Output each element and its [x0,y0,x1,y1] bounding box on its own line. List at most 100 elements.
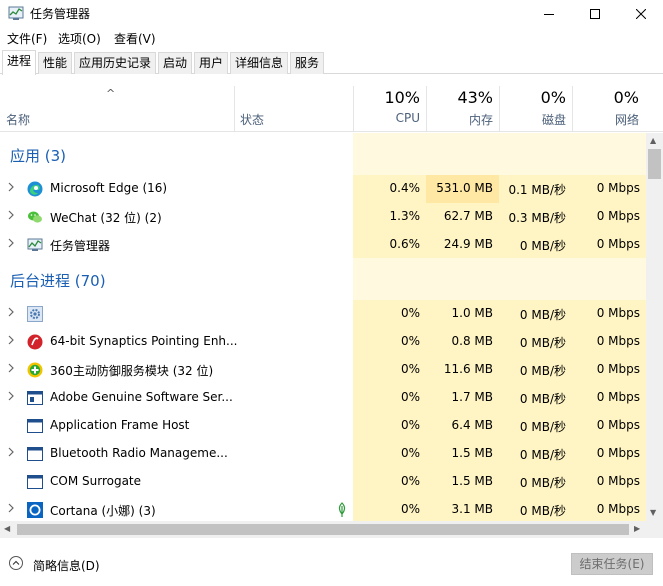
vertical-scroll-thumb[interactable] [648,149,661,179]
column-network[interactable]: 0% 网络 [572,86,645,132]
process-cpu-value: 0% [400,418,420,432]
apps-group-title: 应用 (3) [10,147,67,165]
scroll-right-arrow-icon[interactable]: ▶ [634,524,640,533]
process-memory-value: 1.7 MB [451,390,493,404]
heat-cell [353,258,426,300]
process-memory-value: 3.1 MB [451,502,493,516]
process-disk-value: 0.1 MB/秒 [508,183,566,197]
title-bar: 任务管理器 [0,0,663,28]
process-row[interactable]: COM Surrogate 0% 1.5 MB 0 MB/秒 0 Mbps [0,468,646,496]
column-cpu[interactable]: 10% CPU [353,86,426,132]
tab-services[interactable]: 服务 [290,52,325,74]
process-row[interactable]: Microsoft Edge (16) 0.4% 531.0 MB 0.1 MB/秒 0… [0,175,646,203]
process-row[interactable]: 任务管理器 0.6% 24.9 MB 0 MB/秒 0 Mbps [0,231,646,259]
task-manager-app-icon [8,6,24,20]
chevron-right-icon[interactable] [7,307,15,320]
scroll-up-arrow-icon[interactable]: ▲ [650,136,656,145]
process-network-value: 0 Mbps [596,334,640,348]
process-cpu-value: 0% [400,334,420,348]
process-network-value: 0 Mbps [596,237,640,251]
process-network-value: 0 Mbps [596,209,640,223]
chevron-up-icon [12,560,20,565]
column-cpu-label: CPU [395,111,420,125]
process-name: 360主动防御服务模块 (32 位) [50,364,214,378]
column-status[interactable]: 状态 [234,86,353,132]
process-disk-value: 0.3 MB/秒 [508,211,566,225]
horizontal-scroll-thumb[interactable] [17,524,629,535]
tab-performance[interactable]: 性能 [38,52,73,74]
process-row[interactable]: Application Frame Host 0% 6.4 MB 0 MB/秒 0 Mb… [0,412,646,440]
close-button[interactable] [618,0,663,28]
process-memory-value: 24.9 MB [443,237,493,251]
process-row[interactable]: 0% 1.0 MB 0 MB/秒 0 Mbps [0,300,646,328]
column-network-label: 网络 [614,113,639,127]
menu-view[interactable]: 查看(V) [114,30,156,47]
tab-app-history[interactable]: 应用历史记录 [74,52,157,74]
end-task-button[interactable]: 结束任务(E) [571,553,653,575]
process-cpu-value: 0% [400,474,420,488]
process-row[interactable]: Bluetooth Radio Manageme... 0% 1.5 MB 0 MB/… [0,440,646,468]
menu-options[interactable]: 选项(O) [58,30,101,47]
minimize-button[interactable] [526,0,572,28]
process-row[interactable]: 64-bit Synaptics Pointing Enh... 0% 0.8 MB… [0,328,646,356]
process-row[interactable]: Adobe Genuine Software Ser... 0% 1.7 MB 0 M… [0,384,646,412]
apps-group-header[interactable]: 应用 (3) [0,133,646,175]
fewer-details-link[interactable]: 简略信息(D) [33,557,100,574]
process-cpu-value: 1.3% [389,209,421,223]
chevron-right-icon[interactable] [7,363,15,376]
scroll-down-arrow-icon[interactable]: ▼ [650,508,656,517]
cpu-total-percent: 10% [384,88,420,107]
column-memory[interactable]: 43% 内存 [426,86,499,132]
column-status-label: 状态 [240,113,265,127]
fewer-details-toggle[interactable] [9,556,23,570]
chevron-right-icon[interactable] [7,391,15,404]
process-row[interactable]: WeChat (32 位) (2) 1.3% 62.7 MB 0.3 MB/秒 0 Mb… [0,203,646,231]
vertical-scrollbar[interactable]: ▲ ▼ [646,133,663,521]
process-memory-value: 0.8 MB [451,334,493,348]
process-memory-value: 62.7 MB [443,209,493,223]
process-name: Bluetooth Radio Manageme... [50,446,228,460]
chevron-right-icon[interactable] [7,238,15,251]
process-name: COM Surrogate [50,474,142,488]
gear-icon [27,306,43,322]
chevron-right-icon[interactable] [7,210,15,223]
tab-details[interactable]: 详细信息 [230,52,289,74]
column-name-label: 名称 [6,113,31,127]
process-memory-value: 6.4 MB [451,418,493,432]
chevron-right-icon[interactable] [7,447,15,460]
menu-file[interactable]: 文件(F) [7,30,47,47]
minimize-icon [544,14,554,15]
process-memory-value: 1.0 MB [451,306,493,320]
process-disk-value: 0 MB/秒 [519,420,566,434]
process-network-value: 0 Mbps [596,362,640,376]
process-name: 任务管理器 [50,239,111,253]
process-memory-value: 11.6 MB [443,362,493,376]
process-network-value: 0 Mbps [596,446,640,460]
chevron-right-icon[interactable] [7,182,15,195]
tab-startup[interactable]: 启动 [158,52,193,74]
wechat-icon [27,209,43,225]
process-row[interactable]: Cortana (小娜) (3) 0% 3.1 MB 0 MB/秒 0 Mbps [0,496,646,521]
horizontal-scrollbar[interactable]: ◀ ▶ [0,521,646,538]
maximize-button[interactable] [572,0,618,28]
tab-processes[interactable]: 进程 [2,50,37,75]
process-name: WeChat (32 位) (2) [50,211,162,225]
process-name: Adobe Genuine Software Ser... [50,390,233,404]
heat-cell [426,258,499,300]
process-cpu-value: 0% [400,362,420,376]
chevron-right-icon[interactable] [7,335,15,348]
tab-users[interactable]: 用户 [194,52,229,74]
tab-bar: 进程 性能 应用历史记录 启动 用户 详细信息 服务 [0,50,663,75]
process-cpu-value: 0% [400,502,420,516]
scroll-left-arrow-icon[interactable]: ◀ [4,524,10,533]
column-disk[interactable]: 0% 磁盘 [499,86,572,132]
memory-total-percent: 43% [457,88,493,107]
process-row[interactable]: 360主动防御服务模块 (32 位) 0% 11.6 MB 0 MB/秒 0 Mbps [0,356,646,384]
chevron-right-icon[interactable] [7,503,15,516]
background-group-header[interactable]: 后台进程 (70) [0,258,646,300]
process-disk-value: 0 MB/秒 [519,448,566,462]
process-cpu-value: 0% [400,306,420,320]
column-name[interactable]: ^ 名称 [0,86,234,132]
process-network-value: 0 Mbps [596,306,640,320]
heat-cell [353,133,426,175]
